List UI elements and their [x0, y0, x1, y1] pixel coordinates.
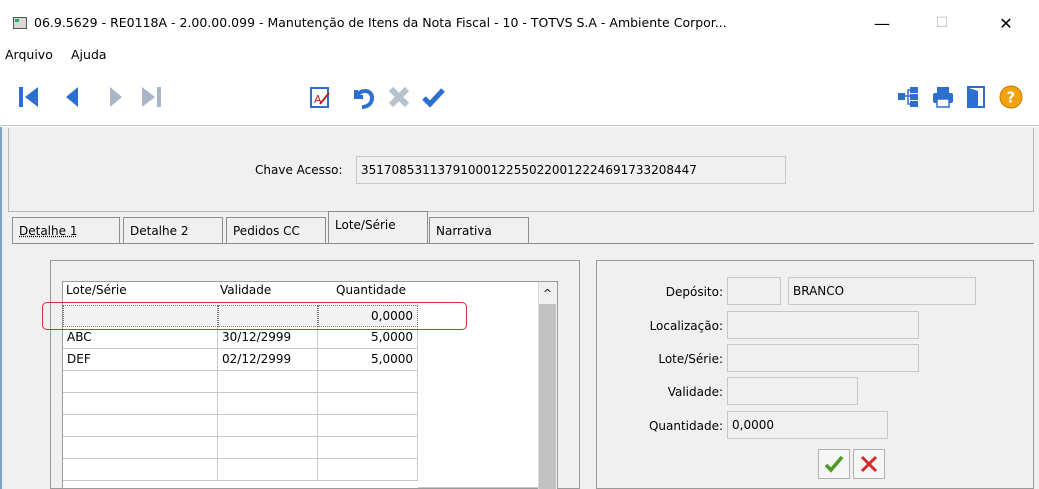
print-icon[interactable] [928, 82, 958, 112]
table-row[interactable] [63, 371, 538, 400]
last-record-icon[interactable] [136, 82, 166, 112]
table-cell[interactable] [218, 437, 318, 459]
first-record-icon[interactable] [14, 82, 44, 112]
confirm-icon[interactable] [418, 82, 448, 112]
table-cell[interactable] [318, 371, 418, 393]
close-button[interactable]: ✕ [983, 8, 1029, 38]
table-row[interactable]: ABC 30/12/2999 5,0000 [63, 327, 538, 356]
red-x-icon[interactable] [853, 449, 885, 479]
table-cell[interactable] [218, 393, 318, 415]
grid-body: 0,0000 ABC 30/12/2999 5,0000 DEF 02/12/2999 5,… [63, 305, 538, 489]
selected-row-highlight [42, 302, 467, 330]
deposito-name-field[interactable]: BRANCO [788, 277, 976, 305]
table-cell[interactable]: ABC [63, 327, 218, 349]
deposito-label: Depósito: [665, 285, 723, 299]
table-filler-cell [418, 459, 538, 488]
quantidade-field[interactable]: 0,0000 [727, 411, 888, 439]
menu-bar [0, 44, 1039, 70]
tab-label: Narrativa [436, 224, 492, 238]
svg-text:?: ? [1007, 89, 1016, 107]
table-cell[interactable] [218, 415, 318, 437]
deposito-code-field[interactable] [727, 277, 781, 305]
green-check-icon[interactable] [818, 449, 850, 479]
tab-pedidos-cc[interactable]: Pedidos CC [226, 217, 326, 243]
hierarchy-icon[interactable] [893, 82, 923, 112]
table-row[interactable] [63, 459, 538, 488]
col-header-quantidade[interactable]: Quantidade [336, 283, 406, 297]
table-cell[interactable] [63, 459, 218, 481]
scroll-up-button[interactable]: ^ [538, 282, 557, 304]
minimize-button[interactable]: — [859, 8, 905, 38]
table-cell[interactable]: 5,0000 [318, 349, 418, 371]
menu-ajuda[interactable]: Ajuda [71, 47, 107, 62]
table-cell[interactable]: 02/12/2999 [218, 349, 318, 371]
maximize-button[interactable]: ☐ [919, 8, 965, 38]
tab-detalhe-2[interactable]: Detalhe 2 [123, 217, 223, 243]
localizacao-label: Localização: [649, 319, 723, 333]
table-cell[interactable]: DEF [63, 349, 218, 371]
scrollbar-track[interactable] [539, 304, 556, 489]
table-cell[interactable] [318, 459, 418, 481]
tab-detalhe-1[interactable]: Detalhe 1 [12, 217, 120, 243]
lote-serie-label: Lote/Série: [658, 352, 723, 366]
undo-icon[interactable] [349, 82, 379, 112]
table-cell[interactable] [318, 393, 418, 415]
table-cell[interactable] [318, 415, 418, 437]
next-record-icon[interactable] [100, 82, 130, 112]
table-cell[interactable] [63, 371, 218, 393]
col-header-validade[interactable]: Validade [220, 283, 271, 297]
validade-field[interactable] [727, 377, 858, 405]
table-cell[interactable] [63, 437, 218, 459]
tab-label: Pedidos CC [233, 224, 300, 238]
tab-label: Detalhe 1 [19, 224, 78, 238]
col-header-lote-serie[interactable]: Lote/Série [66, 283, 127, 297]
previous-record-icon[interactable] [58, 82, 88, 112]
chave-acesso-label: Chave Acesso: [255, 163, 343, 177]
table-row[interactable] [63, 393, 538, 422]
table-row[interactable]: DEF 02/12/2999 5,0000 [63, 349, 538, 378]
table-cell[interactable] [63, 393, 218, 415]
table-row[interactable] [63, 437, 538, 466]
lote-serie-field[interactable] [727, 344, 919, 372]
localizacao-field[interactable] [727, 311, 919, 339]
tab-lote-serie[interactable]: Lote/Série [328, 211, 428, 243]
table-cell[interactable]: 5,0000 [318, 327, 418, 349]
tab-label: Lote/Série [335, 218, 396, 232]
validade-label: Validade: [667, 385, 723, 399]
quantidade-label: Quantidade: [648, 419, 723, 433]
tab-label: Detalhe 2 [130, 224, 189, 238]
edit-document-icon[interactable]: A [305, 82, 335, 112]
delete-icon[interactable] [384, 82, 414, 112]
exit-door-icon[interactable] [961, 82, 991, 112]
window-title: 06.9.5629 - RE0118A - 2.00.00.099 - Manu… [34, 15, 727, 30]
app-icon[interactable] [13, 17, 27, 29]
chave-acesso-field[interactable]: 3517085311379100012255022001222469173320… [356, 156, 786, 184]
table-cell[interactable] [218, 459, 318, 481]
menu-arquivo[interactable]: Arquivo [5, 47, 53, 62]
help-icon[interactable]: ? [996, 82, 1026, 112]
tab-narrativa[interactable]: Narrativa [429, 217, 529, 243]
table-cell[interactable] [218, 371, 318, 393]
table-row[interactable] [63, 415, 538, 444]
table-cell[interactable] [63, 415, 218, 437]
table-cell[interactable]: 30/12/2999 [218, 327, 318, 349]
table-cell[interactable] [318, 437, 418, 459]
